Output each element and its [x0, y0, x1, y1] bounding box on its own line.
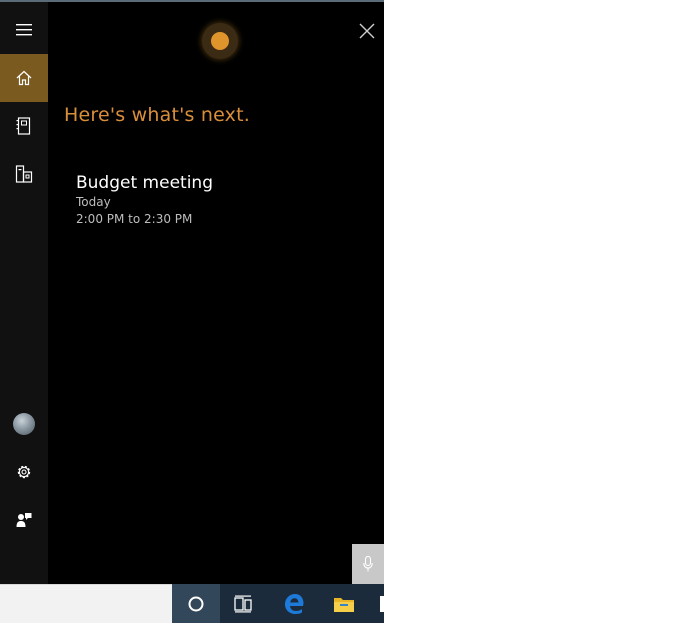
sidebar-item-notebook[interactable]	[0, 102, 48, 150]
task-view-icon	[234, 595, 252, 612]
event-day: Today	[76, 195, 111, 209]
taskbar-overflow-app[interactable]	[380, 596, 384, 612]
hamburger-menu-button[interactable]	[0, 6, 48, 54]
panel-top-border	[0, 0, 384, 2]
taskbar-edge-button[interactable]	[270, 584, 318, 623]
close-button[interactable]	[356, 20, 378, 42]
gear-icon	[17, 465, 31, 479]
taskbar-task-view-button[interactable]	[220, 584, 268, 623]
calendar-event-card[interactable]: Budget meeting Today 2:00 PM to 2:30 PM	[76, 172, 213, 228]
sidebar-item-home[interactable]	[0, 54, 48, 102]
sidebar-item-feedback[interactable]	[0, 496, 48, 544]
taskbar	[172, 584, 384, 623]
taskbar-file-explorer-button[interactable]	[320, 584, 368, 623]
edge-browser-icon	[285, 593, 304, 614]
sidebar-item-devices[interactable]	[0, 150, 48, 198]
cortana-search-input[interactable]	[0, 584, 172, 623]
cortana-circle-icon	[188, 596, 204, 611]
feedback-icon	[16, 513, 32, 527]
event-time: 2:00 PM to 2:30 PM	[76, 212, 193, 226]
cortana-sidebar	[0, 2, 48, 584]
taskbar-cortana-button[interactable]	[172, 584, 220, 623]
file-explorer-icon	[334, 597, 354, 612]
notebook-icon	[16, 117, 31, 135]
home-icon	[16, 70, 32, 86]
devices-icon	[15, 165, 33, 183]
cortana-dot	[211, 32, 229, 50]
whats-next-heading: Here's what's next.	[64, 104, 250, 126]
cortana-logo	[202, 23, 238, 59]
microphone-button[interactable]	[352, 544, 384, 584]
close-icon	[359, 23, 375, 39]
event-title: Budget meeting	[76, 173, 213, 193]
user-avatar	[13, 413, 35, 435]
cortana-panel: Here's what's next. Budget meeting Today…	[0, 0, 384, 584]
hamburger-menu-icon	[16, 24, 32, 36]
sidebar-item-account[interactable]	[0, 400, 48, 448]
microphone-icon	[363, 556, 373, 572]
sidebar-item-settings[interactable]	[0, 448, 48, 496]
